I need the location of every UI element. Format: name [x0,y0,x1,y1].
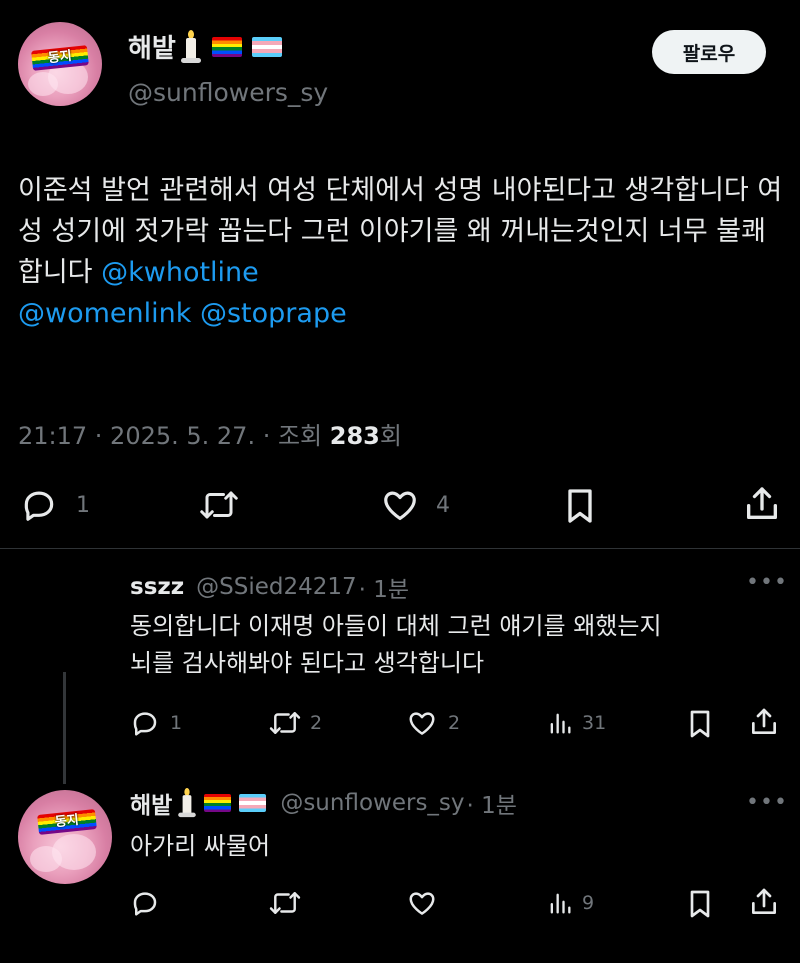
reply-button[interactable]: 1 [130,708,182,738]
view-count: 9 [582,892,595,914]
repost-button[interactable] [198,486,240,524]
share-icon [747,487,777,519]
reply-text-line: 뇌를 검사해봐야 된다고 생각합니다 [130,649,485,677]
mention-link[interactable]: @kwhotline [101,257,259,288]
reply-icon [133,712,157,736]
heart-icon [409,712,435,735]
candle-icon [180,29,202,64]
reply-icon [133,892,157,916]
reply-time[interactable]: · 1분 [359,570,409,604]
reply-icon [24,491,54,521]
mention-link[interactable]: @stoprape [200,298,347,329]
heart-icon [409,892,435,915]
avatar[interactable]: 동지 [18,22,102,106]
repost-icon [269,892,301,914]
reply-button[interactable]: 1 [20,486,90,524]
reply-author-handle[interactable]: @sunflowers_sy [280,790,464,816]
avatar[interactable]: 동지 [18,790,112,884]
repost-icon [200,491,238,519]
bookmark-button[interactable] [686,888,714,920]
view-count: 31 [582,712,607,734]
post-timestamp[interactable]: 21:17 · 2025. 5. 27. · 조회 [18,422,330,450]
reply-text: 아가리 싸물어 [130,832,271,860]
reply-author-name[interactable]: 해밭 [130,786,172,820]
post-text: 이준석 발언 관련해서 여성 단체에서 성명 내야된다고 생각합니다 여성 성기… [18,170,788,334]
rainbow-flag-icon [211,36,242,57]
repost-count: 2 [310,712,323,734]
post-meta: 21:17 · 2025. 5. 27. · 조회 283회 [18,416,402,451]
share-icon [752,888,776,914]
repost-button[interactable] [268,888,302,918]
bookmark-button[interactable] [686,708,714,740]
transgender-flag-icon [239,794,267,812]
views-icon [550,713,571,734]
reply-button[interactable] [130,888,160,918]
transgender-flag-icon [251,36,282,57]
like-button[interactable] [406,888,438,918]
view-count-unit: 회 [379,422,402,450]
reply-author-handle[interactable]: @SSied24217 [196,574,357,600]
rainbow-flag-icon [204,794,232,812]
repost-button[interactable]: 2 [268,708,322,738]
heart-icon [384,491,416,521]
reply-author-name[interactable]: sszz [130,574,184,600]
follow-button[interactable]: 팔로우 [652,30,766,74]
share-icon [752,708,776,734]
bookmark-icon [568,489,592,523]
more-icon[interactable]: ••• [746,790,788,815]
reply-count: 1 [170,712,183,734]
bookmark-icon [690,890,710,918]
divider [0,548,800,549]
share-button[interactable] [742,484,782,524]
view-count: 283 [329,422,380,450]
reply-text-line: 동의합니다 이재명 아들이 대체 그런 얘기를 왜했는지 [130,612,662,640]
like-button[interactable]: 2 [406,708,460,738]
like-count: 4 [436,492,450,518]
views-button[interactable]: 9 [546,888,594,918]
author-handle[interactable]: @sunflowers_sy [128,78,328,107]
bookmark-button[interactable] [562,486,598,526]
thread-line [63,672,66,784]
avatar-label: 동지 [54,812,80,831]
share-button[interactable] [748,706,780,738]
share-button[interactable] [748,886,780,918]
author-name[interactable]: 해밭 [128,28,176,65]
reply-header: sszz @SSied24217 · 1분 [130,570,409,604]
more-icon[interactable]: ••• [746,570,788,595]
reply-text: 동의합니다 이재명 아들이 대체 그런 얘기를 왜했는지 뇌를 검사해봐야 된다… [130,608,662,682]
like-count: 2 [448,712,461,734]
reply-header: 해밭 @sunflowers_sy · 1분 [130,786,517,820]
author-row: 해밭 [128,28,282,65]
reply-time[interactable]: · 1분 [467,786,517,820]
views-icon [550,893,571,914]
bookmark-icon [690,710,710,738]
candle-icon [178,788,197,818]
like-button[interactable]: 4 [380,486,450,524]
reply-count: 1 [76,492,90,518]
pride-flag-badge: 동지 [37,809,97,835]
views-button[interactable]: 31 [546,708,606,738]
mention-link[interactable]: @womenlink [18,298,191,329]
repost-icon [269,712,301,734]
